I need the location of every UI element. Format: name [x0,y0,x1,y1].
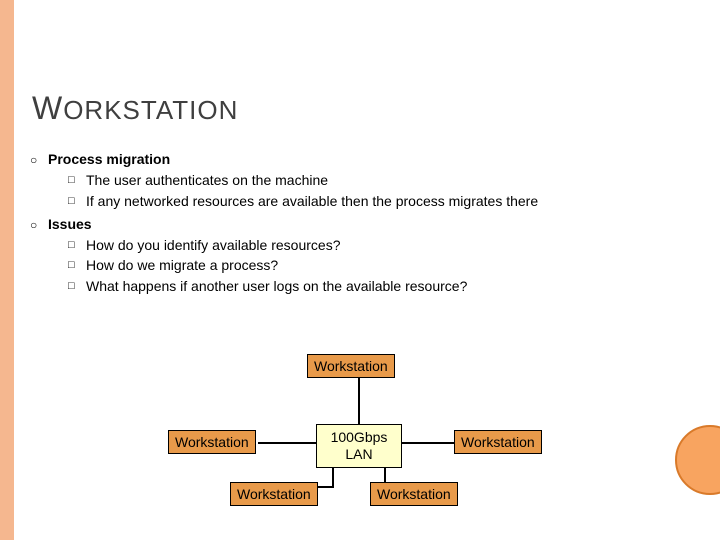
bullet-item: ○ Issues □ How do you identify available… [30,215,670,297]
bullet-heading: Process migration [48,150,670,169]
lan-label-line1: 100Gbps LAN [331,429,388,462]
title-rest: ORKSTATION [63,95,238,125]
title-first-letter: W [32,90,63,126]
sub-bullet-item: □ How do we migrate a process? [68,256,670,275]
bullet-heading: Issues [48,215,670,234]
lan-node: 100Gbps LAN [316,424,402,468]
sub-bullet-text: The user authenticates on the machine [86,171,670,190]
circle-bullet-icon: ○ [30,150,48,211]
workstation-label: Workstation [237,486,311,502]
sub-bullet-item: □ The user authenticates on the machine [68,171,670,190]
square-bullet-icon: □ [68,236,86,255]
workstation-label: Workstation [314,358,388,374]
workstation-node-bottom-right: Workstation [370,482,458,506]
sub-bullet-text: What happens if another user logs on the… [86,277,670,296]
workstation-node-left: Workstation [168,430,256,454]
circle-bullet-icon: ○ [30,215,48,297]
connector-line [258,442,318,444]
square-bullet-icon: □ [68,277,86,296]
network-diagram: 100Gbps LAN Workstation Workstation Work… [0,350,720,530]
sub-bullet-item: □ If any networked resources are availab… [68,192,670,211]
workstation-label: Workstation [377,486,451,502]
sub-bullet-text: How do you identify available resources? [86,236,670,255]
content-area: ○ Process migration □ The user authentic… [30,150,670,300]
bullet-item: ○ Process migration □ The user authentic… [30,150,670,211]
square-bullet-icon: □ [68,192,86,211]
workstation-label: Workstation [461,434,535,450]
connector-line [400,442,460,444]
workstation-node-bottom-left: Workstation [230,482,318,506]
connector-line [358,376,360,426]
sub-bullet-item: □ What happens if another user logs on t… [68,277,670,296]
square-bullet-icon: □ [68,256,86,275]
square-bullet-icon: □ [68,171,86,190]
workstation-node-top: Workstation [307,354,395,378]
slide-title: WORKSTATION [32,90,238,127]
workstation-node-right: Workstation [454,430,542,454]
workstation-label: Workstation [175,434,249,450]
sub-bullet-text: How do we migrate a process? [86,256,670,275]
sub-bullet-item: □ How do you identify available resource… [68,236,670,255]
sub-bullet-text: If any networked resources are available… [86,192,670,211]
